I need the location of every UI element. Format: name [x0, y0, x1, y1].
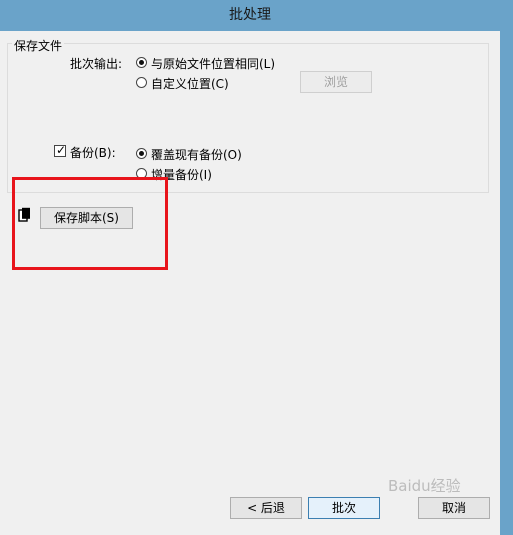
- browse-button[interactable]: 浏览: [300, 71, 372, 93]
- window-title: 批处理: [229, 7, 271, 23]
- custom-location-label[interactable]: 自定义位置(C): [151, 75, 229, 92]
- dialog-body: 保存文件 批次输出: 与原始文件位置相同(L) 自定义位置(C) 浏览 ✓ 备份…: [0, 31, 500, 535]
- backup-label[interactable]: 备份(B):: [70, 144, 116, 161]
- window-edge: [500, 31, 513, 535]
- backup-checkbox[interactable]: ✓: [54, 143, 67, 157]
- radio-same-location[interactable]: [136, 57, 147, 68]
- batch-output-label: 批次输出:: [70, 57, 123, 71]
- back-button[interactable]: < 后退: [230, 497, 302, 519]
- title-bar[interactable]: 批处理: [0, 0, 513, 31]
- group-legend: 保存文件: [12, 37, 65, 54]
- checkmark-icon: ✓: [56, 143, 67, 157]
- overwrite-backup-label[interactable]: 覆盖现有备份(O): [151, 146, 242, 163]
- same-location-label[interactable]: 与原始文件位置相同(L): [151, 55, 275, 72]
- batch-button[interactable]: 批次: [308, 497, 380, 519]
- radio-custom-location[interactable]: [136, 77, 147, 88]
- annotation-highlight-box: [12, 177, 168, 270]
- cancel-button[interactable]: 取消: [418, 497, 490, 519]
- baidu-watermark: Baidu经验: [388, 477, 461, 495]
- radio-overwrite-backup[interactable]: [136, 148, 147, 159]
